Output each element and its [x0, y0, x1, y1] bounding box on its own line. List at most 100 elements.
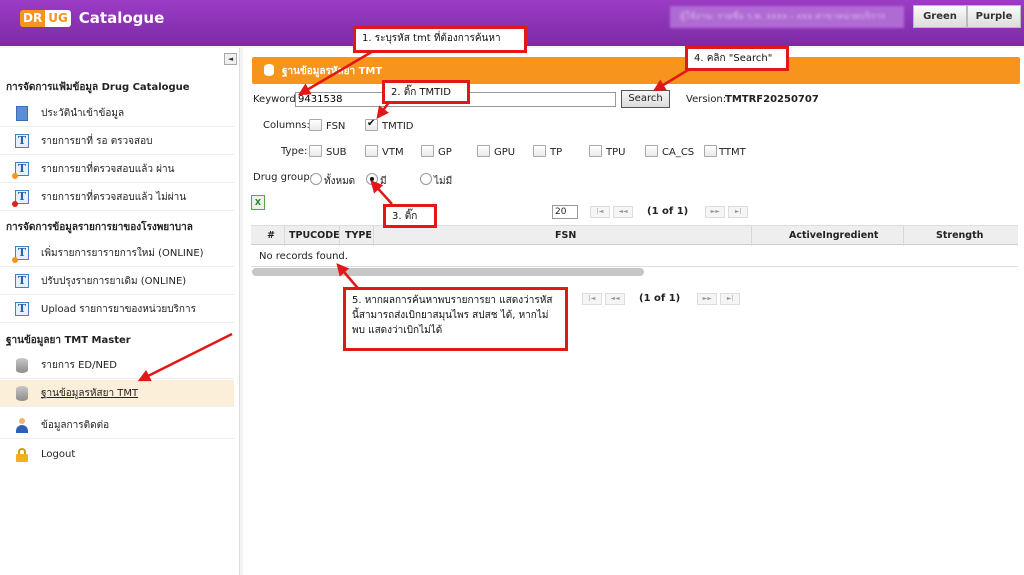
first-page-button[interactable]: |◄ [582, 292, 602, 305]
sidebar-item-label: เพิ่มรายการยารายการใหม่ (ONLINE) [41, 247, 204, 259]
sidebar-section-title: การจัดการแฟ้มข้อมูล Drug Catalogue [6, 82, 190, 93]
column-header-active-ingredient[interactable]: ActiveIngredient [789, 230, 878, 241]
prev-page-button[interactable]: ◄◄ [605, 292, 625, 305]
annotation-step-2: 2. ติ๊ก TMTID [382, 80, 470, 104]
logo-text: Catalogue [78, 9, 165, 27]
type-option-label: CA_CS [662, 147, 695, 158]
sidebar-item-label: ปรับปรุงรายการยาเดิม (ONLINE) [41, 275, 187, 287]
drug-group-option-label: ทั้งหมด [324, 176, 356, 187]
tmt-pending-icon: T [15, 133, 29, 149]
type-gp-checkbox[interactable] [421, 145, 434, 157]
type-sub-checkbox[interactable] [309, 145, 322, 157]
sidebar-item-passed[interactable]: T รายการยาที่ตรวจสอบแล้ว ผ่าน [0, 156, 234, 183]
page-info: (1 of 1) [647, 206, 689, 217]
sidebar-section-title: ฐานข้อมูลยา TMT Master [6, 335, 131, 346]
page-size-select[interactable]: 20 [552, 204, 578, 219]
sidebar: ◄ การจัดการแฟ้มข้อมูล Drug Catalogue ประ… [0, 48, 240, 575]
first-page-button[interactable]: |◄ [590, 205, 610, 218]
sidebar-item-label: รายการยาที่ตรวจสอบแล้ว ไม่ผ่าน [41, 191, 187, 203]
sidebar-item-label: รายการ ED/NED [41, 359, 117, 371]
sidebar-item-label: ฐานข้อมูลรหัสยา TMT [41, 387, 139, 399]
prev-page-button[interactable]: ◄◄ [613, 205, 633, 218]
drug-group-no-radio[interactable] [420, 173, 432, 185]
sidebar-item-label: ข้อมูลการติดต่อ [41, 419, 110, 431]
column-header-strength[interactable]: Strength [936, 230, 983, 241]
drug-group-yes-radio[interactable] [366, 173, 378, 185]
sidebar-item-upload[interactable]: T Upload รายการยาของหน่วยบริการ [0, 296, 234, 323]
tmt-edit-icon: T [15, 273, 29, 289]
annotation-step-4: 4. คลิก "Search" [685, 46, 789, 71]
last-page-button[interactable]: ►| [720, 292, 741, 305]
columns-label: Columns: [263, 120, 310, 131]
results-table-header: # TPUCODE TYPE FSN ActiveIngredient Stre… [251, 225, 1018, 246]
sidebar-collapse-button[interactable]: ◄ [224, 53, 237, 65]
tmt-failed-icon: T [12, 189, 29, 207]
drug-group-all-radio[interactable] [310, 173, 322, 185]
type-ttmt-checkbox[interactable] [704, 145, 717, 157]
sidebar-item-label: ประวัตินำเข้าข้อมูล [41, 107, 125, 119]
type-option-label: TP [550, 147, 563, 158]
version-label: Version: [686, 94, 727, 105]
type-vtm-checkbox[interactable] [365, 145, 378, 157]
sidebar-item-contact[interactable]: ข้อมูลการติดต่อ [0, 412, 234, 439]
sidebar-item-edit-drug[interactable]: T ปรับปรุงรายการยาเดิม (ONLINE) [0, 268, 234, 295]
column-header-type[interactable]: TYPE [345, 230, 372, 241]
user-info: ผู้ใช้งาน: รายชื่อ ร.พ. xxxx - xxx สาขาห… [670, 6, 904, 28]
type-option-label: VTM [382, 147, 404, 158]
next-page-button[interactable]: ►► [697, 292, 718, 305]
search-button[interactable]: Search [621, 90, 670, 108]
excel-export-icon[interactable]: X [251, 195, 265, 210]
sidebar-item-label: Logout [41, 449, 76, 460]
column-tmtid-label: TMTID [382, 121, 414, 132]
database-icon [264, 64, 274, 76]
tmt-add-icon: T [12, 245, 29, 263]
sidebar-item-add-drug[interactable]: T เพิ่มรายการยารายการใหม่ (ONLINE) [0, 240, 234, 267]
theme-green-button[interactable]: Green [913, 5, 967, 28]
sidebar-item-pending[interactable]: T รายการยาที่ รอ ตรวจสอบ [0, 128, 234, 155]
document-icon [15, 105, 29, 121]
type-option-label: TTMT [719, 147, 746, 158]
lock-icon [15, 447, 29, 463]
sidebar-item-ed-ned[interactable]: รายการ ED/NED [0, 352, 234, 379]
logo-ug: UG [45, 9, 71, 27]
column-header-tpucode[interactable]: TPUCODE [289, 230, 340, 241]
type-gpu-checkbox[interactable] [477, 145, 490, 157]
panel-header: ฐานข้อมูลรหัสยา TMT [252, 57, 1020, 84]
top-pager: 20 |◄ ◄◄ (1 of 1) ►► ►| [552, 204, 749, 219]
database-icon [15, 357, 29, 373]
type-option-label: GP [438, 147, 452, 158]
type-ca-cs-checkbox[interactable] [645, 145, 658, 157]
annotation-step-3: 3. ติ๊ก [383, 204, 437, 228]
type-option-label: TPU [606, 147, 626, 158]
sidebar-item-import-history[interactable]: ประวัตินำเข้าข้อมูล [0, 100, 234, 127]
drug-group-option-label: ไม่มี [434, 176, 453, 187]
column-tmtid-checkbox[interactable] [365, 118, 378, 131]
annotation-step-5: 5. หากผลการค้นหาพบรายการยา แสดงว่ารหัสนี… [343, 287, 568, 351]
sidebar-item-label: รายการยาที่ตรวจสอบแล้ว ผ่าน [41, 163, 175, 175]
sidebar-section-title: การจัดการข้อมูลรายการยาของโรงพยาบาล [6, 222, 193, 233]
tmt-passed-icon: T [12, 161, 29, 179]
database-icon [15, 385, 29, 401]
column-header-fsn[interactable]: FSN [555, 230, 576, 241]
theme-switcher: Green Purple [913, 5, 1021, 28]
sidebar-item-failed[interactable]: T รายการยาที่ตรวจสอบแล้ว ไม่ผ่าน [0, 184, 234, 211]
app-logo[interactable]: DR UG Catalogue [20, 9, 164, 27]
sidebar-item-logout[interactable]: Logout [0, 441, 234, 468]
type-tpu-checkbox[interactable] [589, 145, 602, 157]
logo-badge: DR UG [20, 9, 71, 27]
empty-message: No records found. [251, 246, 1018, 267]
panel-title: ฐานข้อมูลรหัสยา TMT [282, 66, 383, 77]
user-icon [15, 417, 29, 433]
version-value: TMTRF20250707 [725, 94, 819, 105]
type-tp-checkbox[interactable] [533, 145, 546, 157]
next-page-button[interactable]: ►► [705, 205, 726, 218]
theme-purple-button[interactable]: Purple [967, 5, 1021, 28]
column-header-index[interactable]: # [267, 230, 275, 241]
last-page-button[interactable]: ►| [728, 205, 749, 218]
annotation-step-1: 1. ระบุรหัส tmt ที่ต้องการค้นหา [353, 26, 527, 53]
column-fsn-checkbox[interactable] [309, 119, 322, 131]
horizontal-scrollbar[interactable] [252, 268, 644, 276]
sidebar-item-tmt-database[interactable]: ฐานข้อมูลรหัสยา TMT [0, 380, 234, 407]
type-label: Type: [281, 146, 308, 157]
sidebar-item-label: รายการยาที่ รอ ตรวจสอบ [41, 135, 153, 147]
